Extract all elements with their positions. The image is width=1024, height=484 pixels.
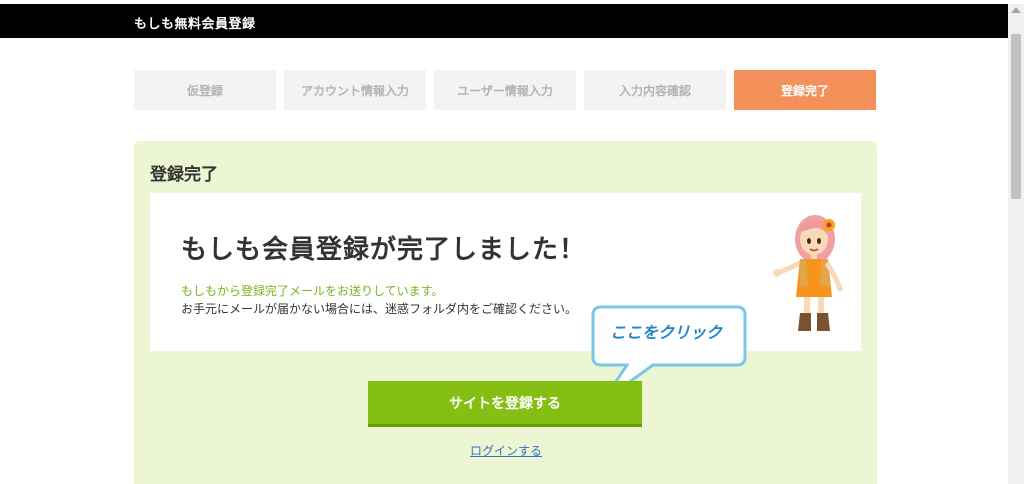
- step-user-info: ユーザー情報入力: [434, 70, 576, 110]
- click-here-callout: ここをクリック: [591, 305, 749, 403]
- callout-text: ここをクリック: [609, 323, 722, 342]
- header-bar: もしも無料会員登録: [0, 4, 1008, 38]
- step-confirm: 入力内容確認: [584, 70, 726, 110]
- completion-panel: 登録完了 もしも会員登録が完了しました！ もしもから登録完了メールをお送りしてい…: [134, 141, 877, 484]
- scroll-thumb[interactable]: [1011, 34, 1021, 199]
- step-account-info: アカウント情報入力: [284, 70, 426, 110]
- panel-title: 登録完了: [150, 165, 218, 185]
- completion-card: もしも会員登録が完了しました！ もしもから登録完了メールをお送りしています。 お…: [150, 193, 861, 351]
- register-site-button[interactable]: サイトを登録する: [368, 381, 642, 427]
- step-complete: 登録完了: [734, 70, 876, 110]
- spam-folder-note: お手元にメールが届かない場合には、迷惑フォルダ内をご確認ください。: [181, 302, 578, 316]
- email-sent-note: もしもから登録完了メールをお送りしています。: [181, 284, 444, 298]
- login-link[interactable]: ログインする: [468, 442, 544, 459]
- scroll-up-icon[interactable]: [1011, 7, 1021, 13]
- completion-heading: もしも会員登録が完了しました！: [181, 235, 587, 265]
- progress-steps: 仮登録 アカウント情報入力 ユーザー情報入力 入力内容確認 登録完了: [134, 70, 877, 110]
- mascot-girl-icon: [773, 215, 843, 331]
- vertical-scrollbar[interactable]: [1008, 4, 1024, 484]
- header-title: もしも無料会員登録: [134, 17, 256, 32]
- step-temporary-registration: 仮登録: [134, 70, 276, 110]
